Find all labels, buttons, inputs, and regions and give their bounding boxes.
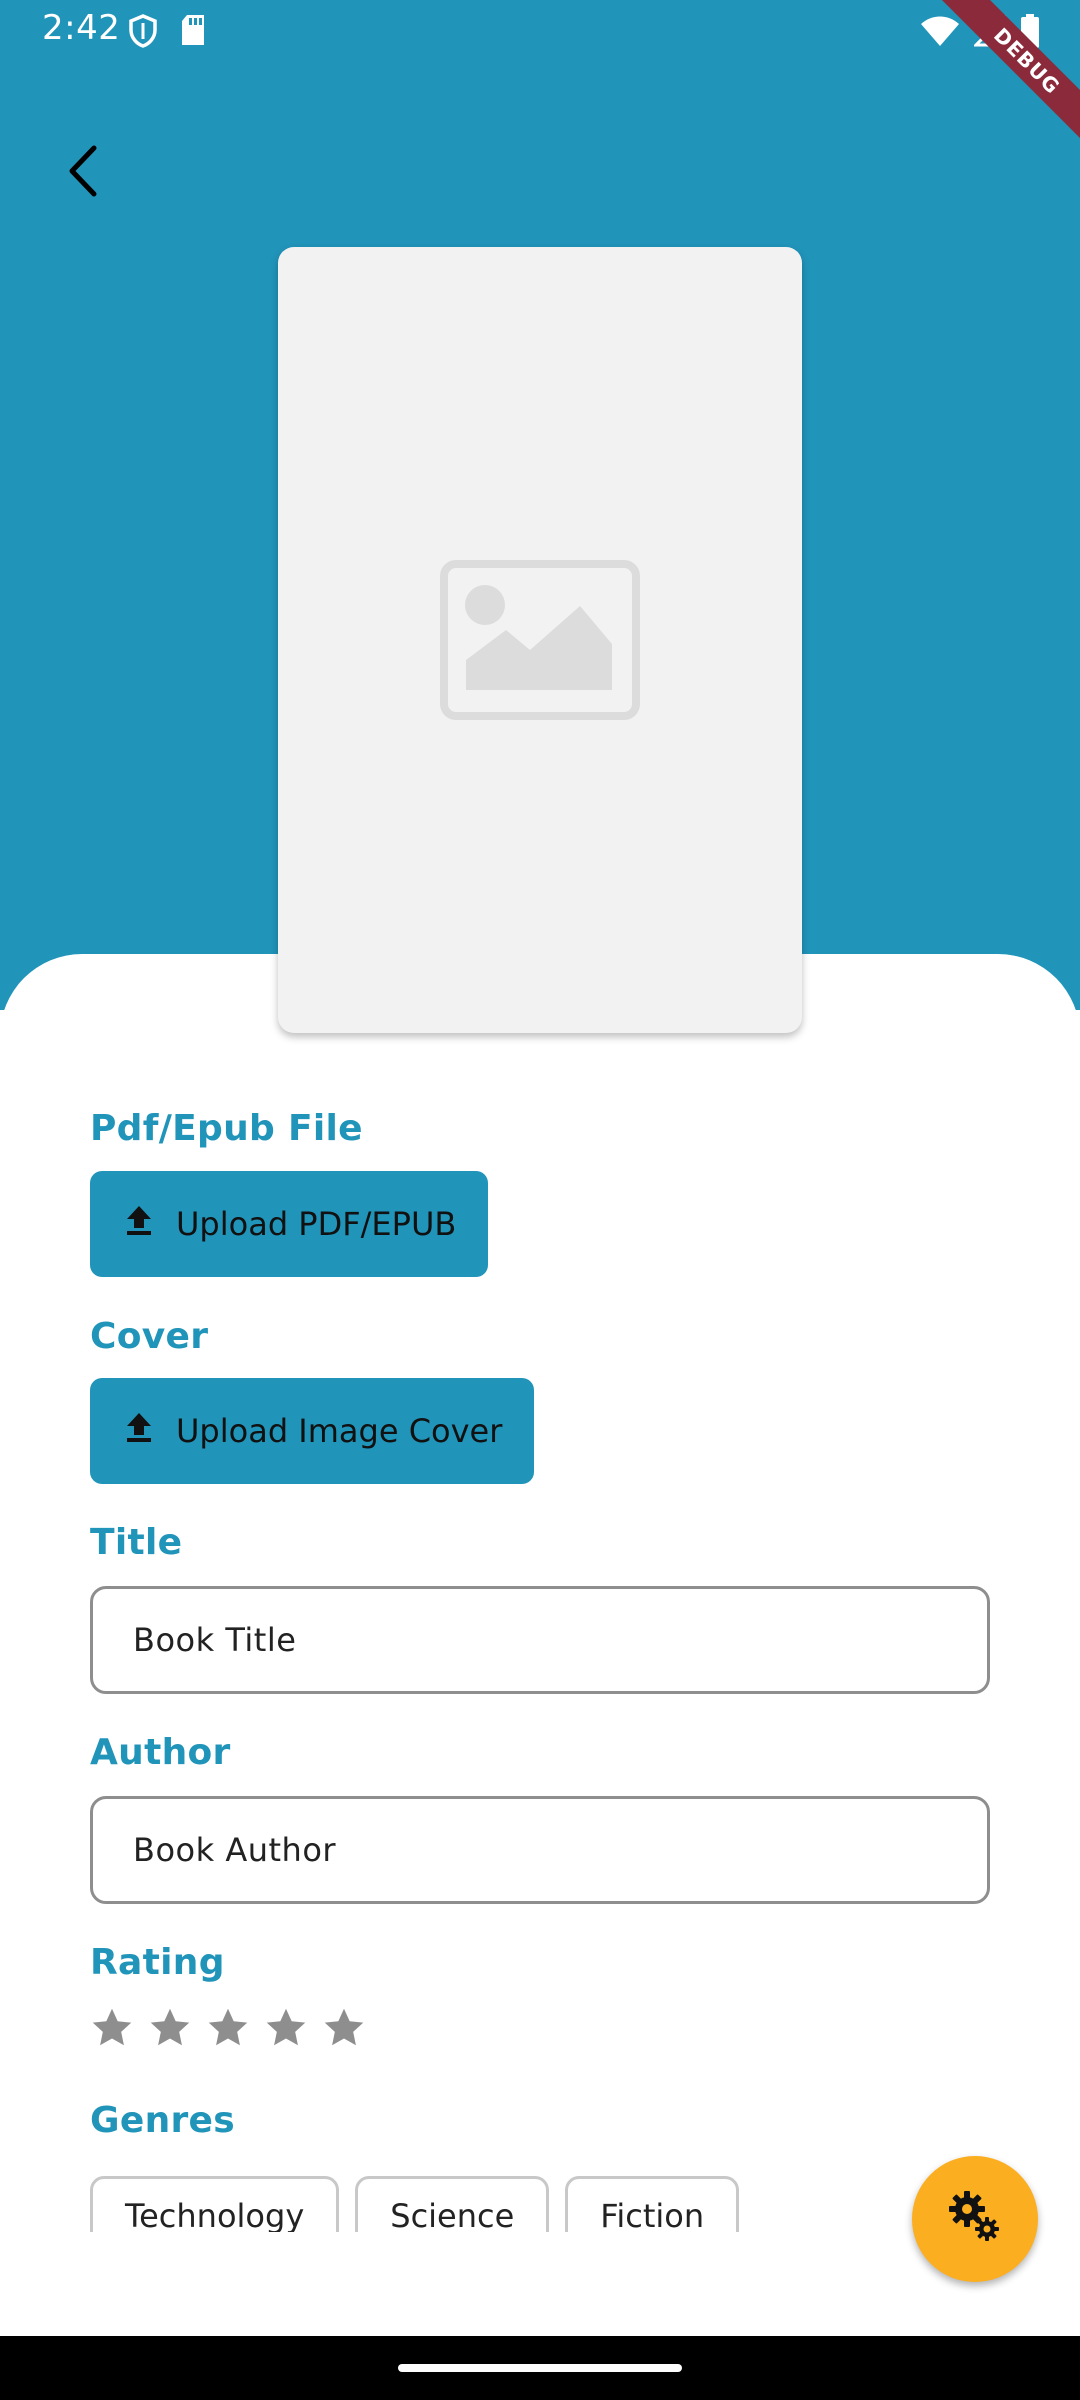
genre-chip-technology[interactable]: Technology <box>90 2176 340 2232</box>
genre-chip-science[interactable]: Science <box>355 2176 550 2232</box>
upload-icon <box>124 1204 154 1244</box>
genres-section-label: Genres <box>90 2100 235 2141</box>
upload-icon <box>124 1411 154 1451</box>
upload-image-cover-button[interactable]: Upload Image Cover <box>90 1378 535 1484</box>
author-input[interactable]: Book Author <box>90 1796 990 1904</box>
navigation-bar <box>0 2336 1080 2400</box>
status-bar: 2:42 <box>0 0 1080 62</box>
title-input[interactable]: Book Title <box>90 1586 990 1694</box>
shield-icon <box>128 14 158 52</box>
settings-gears-icon <box>945 2187 1005 2251</box>
file-section-label: Pdf/Epub File <box>90 1108 363 1149</box>
rating-stars[interactable] <box>90 2006 366 2050</box>
home-indicator[interactable] <box>398 2364 682 2372</box>
author-section-label: Author <box>90 1732 231 1773</box>
genre-chip-fiction[interactable]: Fiction <box>565 2176 740 2232</box>
star-icon[interactable] <box>90 2006 134 2050</box>
chevron-left-icon <box>64 144 100 202</box>
star-icon[interactable] <box>206 2006 250 2050</box>
star-icon[interactable] <box>264 2006 308 2050</box>
back-button[interactable] <box>52 138 112 208</box>
genres-list: Technology Science Fiction <box>90 2176 740 2232</box>
rating-section-label: Rating <box>90 1942 225 1983</box>
star-icon[interactable] <box>148 2006 192 2050</box>
wifi-icon <box>920 15 960 51</box>
cover-section-label: Cover <box>90 1316 209 1357</box>
star-icon[interactable] <box>322 2006 366 2050</box>
settings-fab[interactable] <box>912 2156 1038 2282</box>
image-placeholder-icon <box>440 560 640 724</box>
upload-pdf-epub-label: Upload PDF/EPUB <box>176 1205 457 1243</box>
upload-pdf-epub-button[interactable]: Upload PDF/EPUB <box>90 1171 489 1277</box>
status-time: 2:42 <box>42 8 121 48</box>
title-section-label: Title <box>90 1522 183 1563</box>
upload-image-cover-label: Upload Image Cover <box>176 1412 503 1450</box>
sd-card-icon <box>180 14 206 52</box>
cover-preview[interactable] <box>278 247 802 1033</box>
